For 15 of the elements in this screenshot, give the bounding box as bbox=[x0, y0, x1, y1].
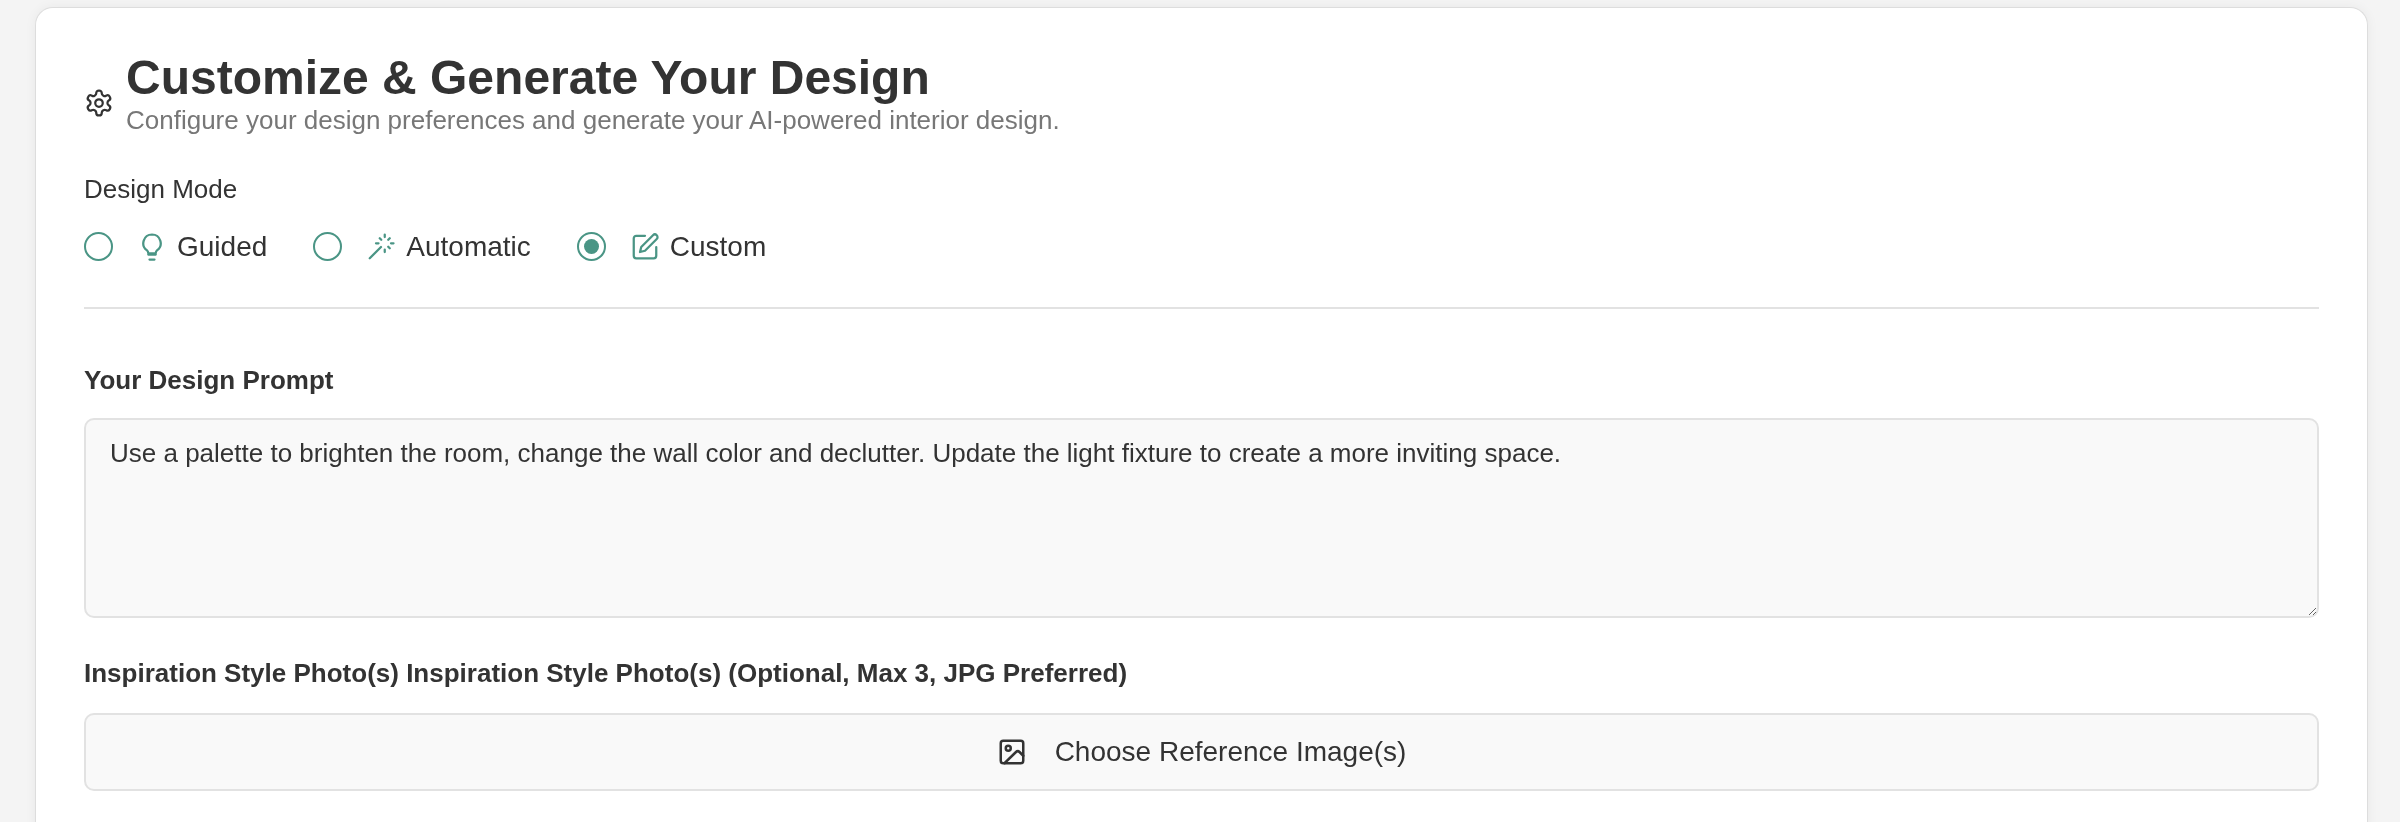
mode-option[interactable]: Automatic bbox=[313, 230, 531, 263]
magic-wand-icon bbox=[366, 231, 397, 262]
page-title: Customize & Generate Your Design bbox=[126, 52, 931, 105]
page-subtitle: Configure your design preferences and generate your AI-powered interior design. bbox=[126, 104, 1060, 136]
mode-option[interactable]: Guided bbox=[84, 230, 268, 263]
settings-icon bbox=[84, 88, 114, 118]
design-mode-label: Design Mode bbox=[84, 173, 238, 205]
radio-button[interactable] bbox=[84, 232, 113, 262]
mode-option[interactable]: Custom bbox=[576, 230, 767, 263]
radio-button[interactable] bbox=[313, 232, 343, 262]
inspiration-label: Inspiration Style Photo(s) Inspiration Style Photo(s) (Optional, Max 3, JPG Preferred) bbox=[84, 657, 1128, 689]
prompt-field[interactable]: Use a palette to brighten the room, change the wall color and declutter. Update the light fixture to create a more inviting space. bbox=[84, 417, 2319, 618]
prompt-label: Your Design Prompt bbox=[84, 364, 334, 396]
choose-image-button[interactable]: Choose Reference Image(s) bbox=[84, 712, 2319, 791]
radio-button[interactable] bbox=[576, 232, 606, 262]
